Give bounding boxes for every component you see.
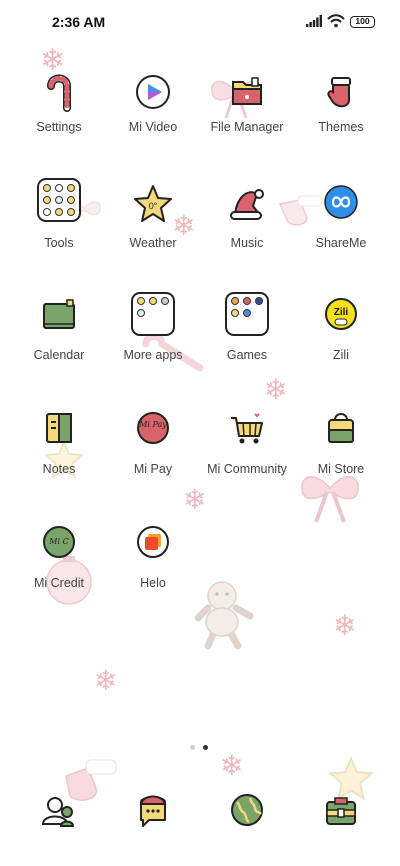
mitten-icon bbox=[319, 70, 363, 114]
app-weather[interactable]: 0° Weather bbox=[105, 182, 201, 282]
app-label: Helo bbox=[140, 576, 166, 590]
app-tools[interactable]: Tools bbox=[11, 178, 107, 278]
camera-icon bbox=[319, 790, 363, 834]
app-mi-video[interactable]: Mi Video bbox=[105, 70, 201, 170]
zili-icon: Zili bbox=[319, 294, 363, 338]
snowflake-decoration: ❄ bbox=[333, 609, 357, 642]
candy-cane-icon bbox=[37, 70, 81, 114]
calendar-icon bbox=[37, 294, 81, 338]
app-label: Themes bbox=[318, 120, 364, 134]
app-more-apps[interactable]: More apps bbox=[105, 292, 201, 392]
dock-messages[interactable] bbox=[105, 790, 201, 834]
app-label: Mi Store bbox=[317, 462, 365, 476]
app-notes[interactable]: Notes bbox=[11, 408, 107, 508]
app-themes[interactable]: Themes bbox=[293, 70, 389, 170]
cart-icon bbox=[225, 408, 269, 452]
status-bar: 2:36 AM 100 bbox=[0, 0, 400, 44]
play-icon bbox=[131, 70, 175, 114]
status-time: 2:36 AM bbox=[52, 14, 106, 30]
page-dot-2-active[interactable] bbox=[203, 745, 208, 750]
folder-icon bbox=[37, 178, 81, 222]
app-label: Zili bbox=[333, 348, 349, 362]
dock-contacts[interactable] bbox=[11, 790, 107, 834]
mi-credit-logo-text: Mi C bbox=[48, 537, 68, 546]
app-mi-pay[interactable]: Mi Pay Mi Pay bbox=[105, 408, 201, 508]
folder-icon bbox=[131, 292, 175, 336]
folder-icon bbox=[225, 292, 269, 336]
santa-hat-icon bbox=[225, 182, 269, 226]
globe-icon bbox=[225, 790, 269, 834]
app-mi-credit[interactable]: Mi C Mi Credit bbox=[11, 522, 107, 622]
app-music[interactable]: Music bbox=[199, 182, 295, 282]
battery-icon: 100 bbox=[350, 16, 375, 28]
signal-icon bbox=[306, 15, 322, 27]
app-helo[interactable]: Helo bbox=[105, 522, 201, 622]
mi-pay-icon: Mi Pay bbox=[131, 408, 175, 452]
app-mi-store[interactable]: Mi Store bbox=[293, 408, 389, 508]
app-games[interactable]: Games bbox=[199, 292, 295, 392]
shopping-bag-icon bbox=[319, 408, 363, 452]
mi-credit-icon: Mi C bbox=[37, 522, 81, 566]
wifi-icon bbox=[327, 14, 345, 28]
page-indicator bbox=[190, 745, 210, 751]
app-mi-community[interactable]: Mi Community bbox=[199, 408, 295, 508]
helo-icon bbox=[131, 522, 175, 566]
app-calendar[interactable]: Calendar bbox=[11, 294, 107, 394]
app-zili[interactable]: Zili Zili bbox=[293, 294, 389, 394]
infinity-icon bbox=[319, 182, 363, 226]
mi-pay-logo-text: Mi Pay bbox=[138, 420, 167, 429]
snowflake-decoration: ❄ bbox=[94, 664, 118, 697]
app-label: ShareMe bbox=[315, 236, 367, 250]
people-icon bbox=[37, 790, 81, 834]
dock-camera[interactable] bbox=[293, 790, 389, 834]
app-file-manager[interactable]: File Manager bbox=[199, 70, 295, 170]
page-dot-1[interactable] bbox=[190, 745, 195, 750]
star-icon: 0° bbox=[131, 182, 175, 226]
chat-bubble-icon bbox=[131, 790, 175, 834]
weather-temp: 0° bbox=[149, 201, 158, 211]
app-shareme[interactable]: ShareMe bbox=[293, 182, 389, 282]
zili-logo-text: Zili bbox=[334, 307, 349, 318]
snowflake-decoration: ❄ bbox=[220, 749, 244, 782]
folder-icon bbox=[225, 70, 269, 114]
dock-browser[interactable] bbox=[199, 790, 295, 834]
notebook-icon bbox=[37, 408, 81, 452]
app-settings[interactable]: Settings bbox=[11, 70, 107, 170]
